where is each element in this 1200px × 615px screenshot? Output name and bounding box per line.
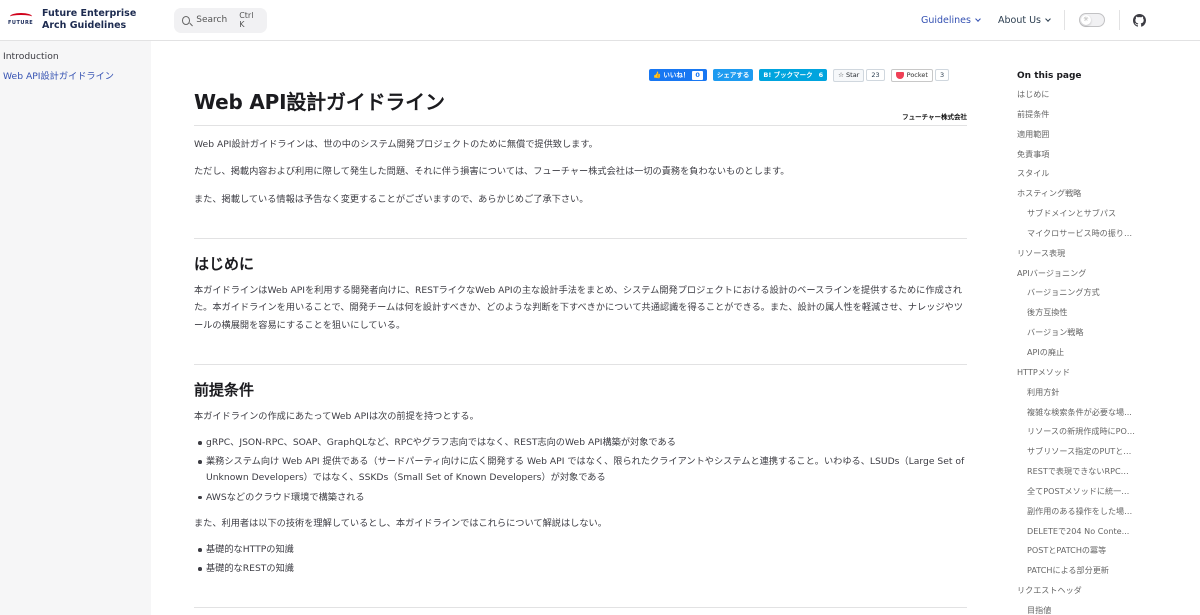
sidebar: Introduction Web API設計ガイドライン xyxy=(0,0,151,615)
intro-paragraph: Web API設計ガイドラインは、世の中のシステム開発プロジェクトのために無償で… xyxy=(194,139,598,150)
brand-link[interactable]: FUTURE Future Enterprise Arch Guidelines xyxy=(0,0,151,40)
site-title: Future Enterprise Arch Guidelines xyxy=(42,8,137,31)
github-star-button[interactable]: ☆ Star xyxy=(833,68,865,82)
toc-item[interactable]: 後方互換性 xyxy=(1017,306,1135,326)
divider xyxy=(194,125,967,126)
toc-item[interactable]: 全てPOSTメソッドに統一する... xyxy=(1017,485,1135,505)
toc-item[interactable]: APIバージョニング xyxy=(1017,267,1135,287)
star-icon: ☆ xyxy=(838,71,844,79)
toc-item[interactable]: リソース表現 xyxy=(1017,247,1135,267)
table-of-contents: On this page はじめに 前提条件 適用範囲 免責事項 スタイル ホスティング戦… xyxy=(1017,71,1197,615)
toc-item[interactable]: サブリソース指定のPUTとPA... xyxy=(1017,445,1135,465)
sidebar-item[interactable]: Introduction xyxy=(3,51,151,63)
section-heading-intro: はじめに xyxy=(194,255,255,273)
toc-item[interactable]: 副作用のある操作をした場合... xyxy=(1017,505,1135,525)
toc-item[interactable]: マイクロサービス時の振り分け xyxy=(1017,227,1135,247)
toc-item[interactable]: 利用方針 xyxy=(1017,386,1135,406)
search-button[interactable]: Search Ctrl K xyxy=(174,7,267,33)
nav-divider xyxy=(1119,10,1120,30)
prerequisites-lead2: また、利用者は以下の技術を理解しているとし、本ガイドラインではこれらについて解説… xyxy=(194,518,607,529)
nav-guidelines-menu[interactable]: Guidelines xyxy=(921,15,981,26)
sun-icon: ☼ xyxy=(1081,15,1091,25)
share-button[interactable]: シェアする xyxy=(712,69,754,81)
section-intro-body: 本ガイドラインはWeb APIを利用する開発者向けに、RESTライクなWeb A… xyxy=(194,285,963,331)
toc-item[interactable]: POSTとPATCHの冪等 xyxy=(1017,544,1135,564)
top-navbar: FUTURE Future Enterprise Arch Guidelines… xyxy=(0,0,1200,41)
divider xyxy=(194,607,967,608)
toc-item[interactable]: バージョニング方式 xyxy=(1017,286,1135,306)
toc-item[interactable]: 目指値 xyxy=(1017,604,1135,615)
pocket-button[interactable]: Pocket xyxy=(890,68,933,82)
toc-item[interactable]: APIの廃止 xyxy=(1017,346,1135,366)
toc-item[interactable]: 免責事項 xyxy=(1017,148,1135,168)
toc-item[interactable]: 前提条件 xyxy=(1017,108,1135,128)
chevron-down-icon xyxy=(975,15,981,22)
toc-item[interactable]: サブドメインとサブパス xyxy=(1017,207,1135,227)
nav-divider xyxy=(1064,10,1065,30)
section-heading-prerequisites: 前提条件 xyxy=(194,381,255,399)
search-icon xyxy=(182,15,191,25)
sidebar-item[interactable]: Web API設計ガイドライン xyxy=(3,71,151,83)
facebook-like-button[interactable]: 👍 いいね！ 0 xyxy=(649,69,707,81)
toc-item[interactable]: スタイル xyxy=(1017,167,1135,187)
share-bar: 👍 いいね！ 0 シェアする B! ブックマーク 6 ☆ Star 23 Pocke… xyxy=(649,68,955,82)
toc-item[interactable]: リクエストヘッダ xyxy=(1017,584,1135,604)
sidebar-nav: Introduction Web API設計ガイドライン xyxy=(0,41,151,83)
theme-toggle[interactable]: ☼ xyxy=(1079,13,1105,27)
list-item: 業務システム向け Web API 提供である（サードパーティ向けに広く開発する … xyxy=(198,454,966,486)
toc-item[interactable]: DELETEで204 No Conte... xyxy=(1017,525,1135,545)
toc-item[interactable]: 複雑な検索条件が必要な場... xyxy=(1017,406,1135,426)
thumbs-up-icon: 👍 xyxy=(653,71,662,79)
list-item: 基礎的なRESTの知識 xyxy=(198,561,966,577)
toc-item[interactable]: はじめに xyxy=(1017,88,1135,108)
intro-paragraph: ただし、掲載内容および利用に際して発生した問題、それに伴う損害については、フュー… xyxy=(194,166,790,177)
list-item: AWSなどのクラウド環境で構築される xyxy=(198,490,966,506)
list-item: gRPC、JSON-RPC、SOAP、GraphQLなど、RPCやグラフ志向では… xyxy=(198,435,966,451)
divider xyxy=(194,364,967,365)
prerequisites-lead: 本ガイドラインの作成にあたってWeb APIは次の前提を持つとする。 xyxy=(194,411,479,422)
toc-item[interactable]: HTTPメソッド xyxy=(1017,366,1135,386)
github-icon[interactable] xyxy=(1133,13,1146,27)
divider xyxy=(194,238,967,239)
nav-about-menu[interactable]: About Us xyxy=(998,15,1051,26)
toc-item[interactable]: PATCHによる部分更新 xyxy=(1017,564,1135,584)
github-star-count: 23 xyxy=(866,69,885,81)
future-logo-icon: FUTURE xyxy=(8,13,34,27)
toc-item[interactable]: RESTで表現できないRPC的... xyxy=(1017,465,1135,485)
search-shortcut: Ctrl K xyxy=(239,11,254,29)
toc-title: On this page xyxy=(1017,71,1082,81)
chevron-down-icon xyxy=(1045,15,1051,22)
pocket-icon xyxy=(895,71,904,79)
toc-item[interactable]: バージョン戦略 xyxy=(1017,326,1135,346)
pocket-count: 3 xyxy=(934,69,950,81)
page-title: Web API設計ガイドライン xyxy=(194,90,445,114)
toc-item[interactable]: リソースの新規作成時にPOS... xyxy=(1017,425,1135,445)
hatena-bookmark-button[interactable]: B! ブックマーク 6 xyxy=(759,69,828,81)
toc-item[interactable]: ホスティング戦略 xyxy=(1017,187,1135,207)
knowledge-list: 基礎的なHTTPの知識 基礎的なRESTの知識 xyxy=(198,542,966,581)
prerequisites-list: gRPC、JSON-RPC、SOAP、GraphQLなど、RPCやグラフ志向では… xyxy=(198,435,966,509)
toc-item[interactable]: 適用範囲 xyxy=(1017,128,1135,148)
intro-paragraph: また、掲載している情報は予告なく変更することがございますので、あらかじめご了承下… xyxy=(194,194,589,205)
list-item: 基礎的なHTTPの知識 xyxy=(198,542,966,558)
search-label: Search xyxy=(196,15,228,25)
company-name: フューチャー株式会社 xyxy=(902,113,967,121)
